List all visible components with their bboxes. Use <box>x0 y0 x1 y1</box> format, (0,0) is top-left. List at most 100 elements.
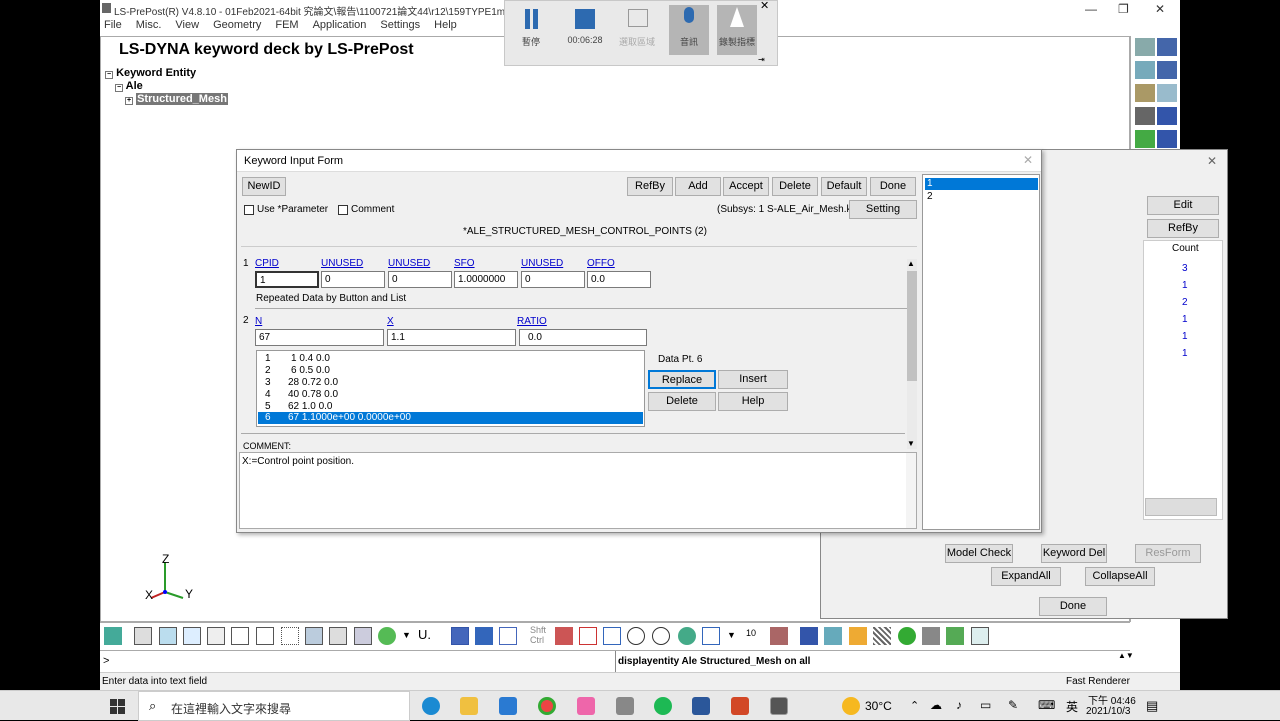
id-list[interactable]: 1 2 <box>922 174 1040 530</box>
tool-icon[interactable] <box>1135 84 1155 102</box>
field-header-cpid[interactable]: CPID <box>255 258 279 269</box>
tree-node-structured-mesh[interactable]: + Structured_Mesh <box>125 93 228 105</box>
taskbar-search-input[interactable]: ⌕ 在這裡輸入文字來搜尋 <box>138 691 410 721</box>
id-list-item-selected[interactable]: 1 <box>925 178 1038 190</box>
cube-icon[interactable] <box>256 627 274 645</box>
refby-button[interactable]: RefBy <box>627 177 673 196</box>
menu-settings[interactable]: Settings <box>380 18 420 31</box>
cube-icon[interactable] <box>159 627 177 645</box>
cube-icon[interactable] <box>499 627 517 645</box>
add-button[interactable]: Add <box>675 177 721 196</box>
collapse-icon[interactable]: − <box>105 71 113 79</box>
collapse-all-button[interactable]: CollapseAll <box>1085 567 1155 586</box>
tool-icon[interactable] <box>1157 107 1177 125</box>
field-header-offo[interactable]: OFFO <box>587 258 615 269</box>
list-item-selected[interactable]: 6 67 1.1000e+00 0.0000e+00 <box>258 412 643 424</box>
offo-input[interactable]: 0.0 <box>587 271 651 288</box>
graph-icon[interactable] <box>971 627 989 645</box>
mail-icon[interactable] <box>499 697 517 715</box>
tool-icon[interactable] <box>555 627 573 645</box>
mesh-icon[interactable] <box>329 627 347 645</box>
field-header-unused[interactable]: UNUSED <box>521 258 563 269</box>
cube-icon[interactable] <box>207 627 225 645</box>
tree-node-ale[interactable]: − Ale <box>115 80 143 92</box>
pen-icon[interactable]: ✎ <box>1008 698 1018 712</box>
close-icon[interactable]: ✕ <box>760 0 769 12</box>
maximize-icon[interactable]: ❐ <box>1118 2 1129 16</box>
unused-input[interactable]: 0 <box>388 271 452 288</box>
cube-icon[interactable] <box>231 627 249 645</box>
list-item[interactable]: 3 28 0.72 0.0 <box>257 377 644 389</box>
insert-button[interactable]: Insert <box>718 370 788 389</box>
calculator-icon[interactable] <box>616 697 634 715</box>
windows-start-icon[interactable] <box>110 699 126 715</box>
scroll-up-icon[interactable]: ▲ <box>907 259 915 268</box>
list-item[interactable]: 4 40 0.78 0.0 <box>257 389 644 401</box>
tool-icon[interactable] <box>1135 107 1155 125</box>
play-icon[interactable] <box>898 627 916 645</box>
field-header-ratio[interactable]: RATIO <box>517 316 547 327</box>
tool-icon[interactable] <box>824 627 842 645</box>
file-explorer-icon[interactable] <box>460 697 478 715</box>
tool-icon[interactable] <box>1157 38 1177 56</box>
keyword-del-button[interactable]: Keyword Del <box>1041 544 1107 563</box>
tool-icon[interactable] <box>579 627 597 645</box>
cloud-icon[interactable]: ☁ <box>930 698 942 712</box>
default-button[interactable]: Default <box>821 177 867 196</box>
collapse-icon[interactable]: − <box>115 84 123 92</box>
dots-icon[interactable] <box>281 627 299 645</box>
tree-node-root[interactable]: − Keyword Entity <box>105 67 196 79</box>
comment-checkbox[interactable] <box>338 205 348 215</box>
pause-button[interactable]: 暫停 <box>511 5 551 48</box>
keyboard-icon[interactable]: ⌨ <box>1038 698 1055 712</box>
comment-scrollbar[interactable] <box>906 453 916 528</box>
ratio-input[interactable]: 0.0 <box>519 329 647 346</box>
record-pointer-button[interactable]: 錄製指標 <box>717 5 757 55</box>
replace-button[interactable]: Replace <box>648 370 716 389</box>
filter-dropdown[interactable] <box>1145 498 1217 516</box>
model-check-button[interactable]: Model Check <box>945 544 1013 563</box>
done-button[interactable]: Done <box>870 177 916 196</box>
tool-icon[interactable] <box>702 627 720 645</box>
tool-icon[interactable] <box>770 627 788 645</box>
tool-icon[interactable] <box>1157 130 1177 148</box>
field-header-x[interactable]: X <box>387 316 394 327</box>
minimize-icon[interactable]: — <box>1085 2 1097 16</box>
word-icon[interactable] <box>692 697 710 715</box>
delete-point-button[interactable]: Delete <box>648 392 716 411</box>
close-icon[interactable]: ✕ <box>1207 154 1217 168</box>
clock-time[interactable]: 下午 04:46 <box>1088 692 1136 707</box>
done-button[interactable]: Done <box>1039 597 1107 616</box>
rotate-icon[interactable] <box>652 627 670 645</box>
resform-button[interactable]: ResForm <box>1135 544 1201 563</box>
cube-icon[interactable] <box>451 627 469 645</box>
network-icon[interactable]: ▭ <box>980 698 991 712</box>
list-item[interactable]: 26 0.5 0.0 <box>257 365 644 377</box>
chevron-up-icon[interactable]: ⌃ <box>910 699 919 712</box>
cpid-input[interactable]: 1 <box>255 271 319 288</box>
use-parameter-checkbox[interactable] <box>244 205 254 215</box>
audio-button[interactable]: 音訊 <box>669 5 709 55</box>
menu-view[interactable]: View <box>175 18 199 31</box>
unused-input[interactable]: 0 <box>321 271 385 288</box>
card-scrollbar[interactable]: ▲ ▼ <box>907 259 917 449</box>
menu-file[interactable]: File <box>104 18 122 31</box>
accept-button[interactable]: Accept <box>723 177 769 196</box>
ime-indicator[interactable]: 英 <box>1066 698 1078 715</box>
pin-icon[interactable]: ⇥ <box>758 55 765 64</box>
zoom-icon[interactable] <box>603 627 621 645</box>
cube-icon[interactable] <box>475 627 493 645</box>
menu-geometry[interactable]: Geometry <box>213 18 261 31</box>
tool-icon[interactable] <box>1135 130 1155 148</box>
expand-all-button[interactable]: ExpandAll <box>991 567 1061 586</box>
scroll-thumb[interactable] <box>907 271 917 381</box>
cube-icon[interactable] <box>183 627 201 645</box>
data-point-list[interactable]: 11 0.4 0.0 26 0.5 0.0 3 28 0.72 0.0 4 40 0… <box>256 350 645 427</box>
sfo-input[interactable]: 1.0000000 <box>454 271 518 288</box>
menu-misc[interactable]: Misc. <box>136 18 162 31</box>
edge-icon[interactable] <box>422 697 440 715</box>
microphone-tray-icon[interactable]: ♪ <box>956 698 962 712</box>
spin-icon[interactable]: ▲▼ <box>1118 651 1134 660</box>
field-header-unused[interactable]: UNUSED <box>388 258 430 269</box>
tool-icon[interactable] <box>627 627 645 645</box>
